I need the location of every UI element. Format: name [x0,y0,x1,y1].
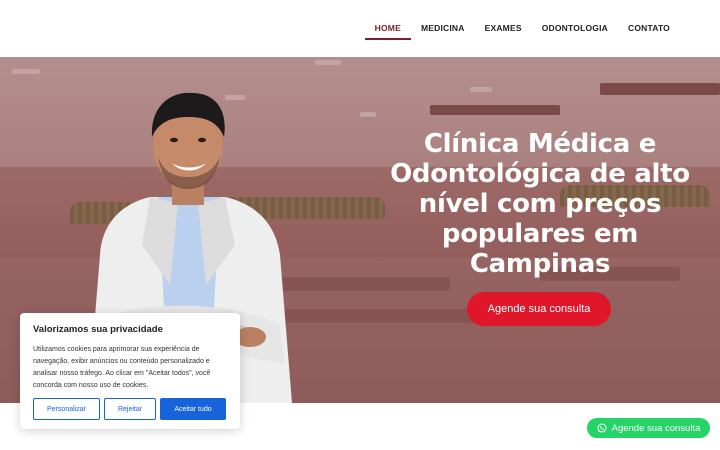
site-header: HOME MEDICINA EXAMES ODONTOLOGIA CONTATO [0,0,720,57]
cookie-actions: Personalizar Rejeitar Aceitar tudo [33,398,226,420]
nav-item-home[interactable]: HOME [364,0,412,57]
whatsapp-icon [597,423,607,433]
hero-title: Clínica Médica e Odontológica de alto ní… [390,129,690,279]
nav-item-exames[interactable]: EXAMES [475,0,532,57]
whatsapp-schedule-button[interactable]: Agende sua consulta [587,418,710,438]
cookie-text: Utilizamos cookies para aprimorar sua ex… [33,346,211,389]
main-nav: HOME MEDICINA EXAMES ODONTOLOGIA CONTATO [364,0,680,57]
nav-item-contato[interactable]: CONTATO [618,0,680,57]
whatsapp-button-label: Agende sua consulta [611,422,701,434]
nav-item-medicina[interactable]: MEDICINA [411,0,475,57]
accept-all-cookies-button[interactable]: Aceitar tudo [160,398,226,420]
nav-item-odontologia[interactable]: ODONTOLOGIA [532,0,618,57]
customize-cookies-button[interactable]: Personalizar [33,398,100,420]
schedule-appointment-button[interactable]: Agende sua consulta [467,292,611,326]
cookie-title: Valorizamos sua privacidade [33,324,163,335]
cookie-consent-banner: Valorizamos sua privacidade Utilizamos c… [20,313,240,429]
reject-cookies-button[interactable]: Rejeitar [104,398,156,420]
